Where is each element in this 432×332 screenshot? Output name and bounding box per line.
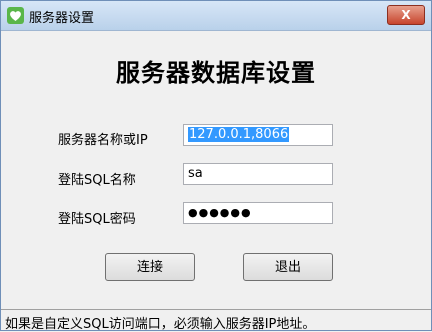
status-divider bbox=[1, 309, 431, 310]
connect-button[interactable]: 连接 bbox=[105, 253, 195, 281]
heart-icon bbox=[7, 7, 24, 24]
close-icon: X bbox=[401, 8, 411, 22]
title-bar[interactable]: 服务器设置 X bbox=[1, 1, 431, 31]
password-value: ●●●●●● bbox=[188, 206, 252, 219]
user-label: 登陆SQL名称 bbox=[58, 173, 136, 188]
password-input[interactable]: ●●●●●● bbox=[183, 202, 333, 224]
password-label: 登陆SQL密码 bbox=[58, 212, 136, 227]
user-value: sa bbox=[188, 166, 203, 181]
status-text: 如果是自定义SQL访问端口，必须输入服务器IP地址。 bbox=[5, 317, 316, 332]
exit-button[interactable]: 退出 bbox=[243, 253, 333, 281]
page-title: 服务器数据库设置 bbox=[116, 58, 316, 87]
close-button[interactable]: X bbox=[387, 5, 425, 25]
window-title: 服务器设置 bbox=[29, 11, 95, 26]
dialog-window: 服务器设置 X 服务器数据库设置 服务器名称或IP 127.0.0.1,8066… bbox=[0, 0, 432, 332]
server-value: 127.0.0.1,8066 bbox=[188, 127, 290, 142]
server-label: 服务器名称或IP bbox=[58, 133, 148, 148]
user-input[interactable]: sa bbox=[183, 163, 333, 185]
server-input[interactable]: 127.0.0.1,8066 bbox=[183, 124, 333, 146]
